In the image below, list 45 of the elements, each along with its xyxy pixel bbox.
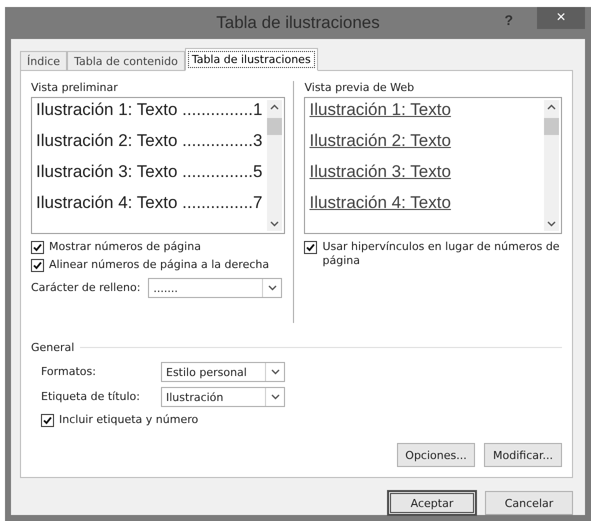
- checkbox[interactable]: [41, 414, 54, 427]
- checkbox-label: Mostrar números de página: [49, 240, 201, 254]
- hyperlink-entry[interactable]: Ilustración 3: Texto: [309, 162, 451, 182]
- scroll-down-icon[interactable]: [547, 221, 556, 227]
- preview-entry: Ilustración 4: Texto ...............7: [36, 193, 262, 213]
- preview-entry: Ilustración 2: Texto ...............3: [36, 131, 262, 151]
- scrollbar[interactable]: [266, 100, 282, 231]
- section-label: Vista preliminar: [31, 81, 119, 94]
- scroll-thumb[interactable]: [266, 118, 282, 135]
- formats-dropdown[interactable]: Estilo personal: [161, 362, 285, 382]
- tab[interactable]: Índice: [20, 51, 68, 71]
- checkbox[interactable]: [304, 241, 318, 254]
- tab[interactable]: Tabla de ilustraciones: [184, 48, 318, 71]
- scroll-up-icon[interactable]: [270, 104, 278, 110]
- dropdown-caret-icon: [270, 369, 280, 375]
- tab[interactable]: Tabla de contenido: [67, 51, 185, 71]
- field-label: Formatos:: [41, 365, 97, 379]
- preview-entry: Ilustración 1: Texto ...............1: [36, 100, 262, 120]
- default-button[interactable]: Aceptar: [388, 491, 476, 515]
- field-label: Carácter de relleno:: [31, 281, 140, 295]
- group-title: General: [31, 341, 74, 354]
- checkbox-label: Usar hipervínculos en lugar de números de página: [322, 240, 561, 268]
- preview-entry: Ilustración 3: Texto ...............5: [36, 162, 262, 182]
- scroll-thumb[interactable]: [544, 118, 559, 135]
- scrollbar[interactable]: [544, 100, 559, 231]
- hyperlink-entry[interactable]: Ilustración 1: Texto: [309, 100, 451, 120]
- window-title: Tabla de ilustraciones: [216, 13, 380, 33]
- checkbox[interactable]: [31, 241, 44, 254]
- checkbox-label: Alinear números de página a la derecha: [49, 258, 270, 272]
- dialog-button[interactable]: Cancelar: [485, 491, 573, 515]
- field-label: Etiqueta de título:: [41, 390, 141, 404]
- dropdown-caret-icon: [270, 394, 280, 400]
- dialog-button[interactable]: Opciones...: [397, 443, 475, 467]
- dialog-button[interactable]: Modificar...: [484, 443, 562, 467]
- fill-character-dropdown[interactable]: .......: [148, 278, 282, 298]
- checkbox[interactable]: [31, 259, 44, 272]
- dropdown-caret-icon: [268, 285, 277, 291]
- scroll-down-icon[interactable]: [270, 221, 278, 227]
- checkbox-label: Incluir etiqueta y número: [59, 413, 198, 427]
- hyperlink-entry[interactable]: Ilustración 2: Texto: [309, 131, 451, 151]
- scroll-up-icon[interactable]: [547, 104, 556, 110]
- hyperlink-entry[interactable]: Ilustración 4: Texto: [309, 193, 451, 213]
- section-label: Vista previa de Web: [304, 81, 416, 94]
- caption-dropdown[interactable]: Ilustración: [161, 387, 285, 407]
- close-button[interactable]: ×: [537, 7, 585, 29]
